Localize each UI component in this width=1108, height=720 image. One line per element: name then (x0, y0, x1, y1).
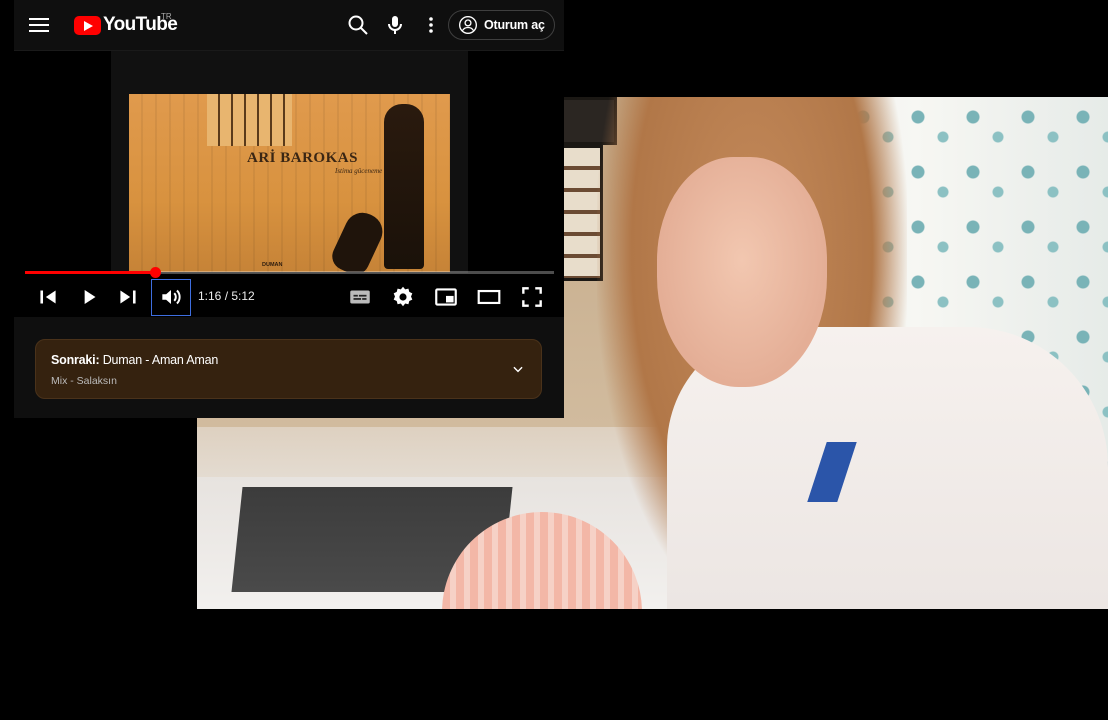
progress-bar[interactable] (25, 267, 554, 278)
up-next-title: Sonraki: Duman - Aman Aman (51, 353, 218, 367)
youtube-window: YouTube TR Oturum aç ARİ BAROKAS Istima … (14, 0, 564, 418)
album-label: DUMAN (262, 262, 283, 268)
time-display: 1:16 / 5:12 (198, 289, 255, 303)
up-next-prefix: Sonraki: (51, 353, 100, 367)
album-artist: ARİ BAROKAS (247, 150, 358, 166)
progress-fill (25, 271, 155, 274)
up-next-video-title: Duman - Aman Aman (102, 353, 219, 367)
player-controls: 1:16 / 5:12 (14, 279, 564, 317)
standing-figure (384, 104, 424, 269)
subtitles-icon[interactable] (347, 284, 373, 310)
youtube-play-logo-icon (74, 15, 101, 35)
guitar-case (327, 206, 389, 272)
sign-in-label: Oturum aç (484, 18, 545, 32)
video-player[interactable]: ARİ BAROKAS Istima güceneme DUMAN 1:16 /… (14, 51, 564, 317)
volume-icon[interactable] (151, 279, 191, 316)
up-next-subtitle: Mix - Salaksın (51, 375, 117, 387)
more-vert-icon[interactable] (419, 13, 443, 37)
mic-icon[interactable] (383, 13, 407, 37)
menu-icon[interactable] (29, 15, 49, 35)
sign-in-button[interactable]: Oturum aç (448, 10, 555, 40)
fullscreen-icon[interactable] (519, 284, 545, 310)
play-icon[interactable] (76, 284, 102, 310)
album-title: Istima güceneme (335, 167, 383, 175)
up-next-card[interactable]: Sonraki: Duman - Aman Aman Mix - Salaksı… (35, 339, 542, 399)
person-face (657, 157, 827, 387)
country-code: TR (161, 12, 172, 21)
account-circle-icon (459, 16, 477, 34)
youtube-header: YouTube TR Oturum aç (14, 0, 564, 51)
search-icon[interactable] (346, 13, 370, 37)
settings-icon[interactable] (390, 284, 416, 310)
video-thumbnail[interactable]: ARİ BAROKAS Istima güceneme DUMAN (129, 94, 450, 272)
progress-scrubber[interactable] (149, 267, 161, 278)
skip-previous-icon[interactable] (35, 284, 61, 310)
window-bars (207, 94, 292, 146)
chevron-down-icon[interactable] (511, 362, 525, 376)
skip-next-icon[interactable] (115, 284, 141, 310)
theater-icon[interactable] (476, 284, 502, 310)
miniplayer-icon[interactable] (433, 284, 459, 310)
